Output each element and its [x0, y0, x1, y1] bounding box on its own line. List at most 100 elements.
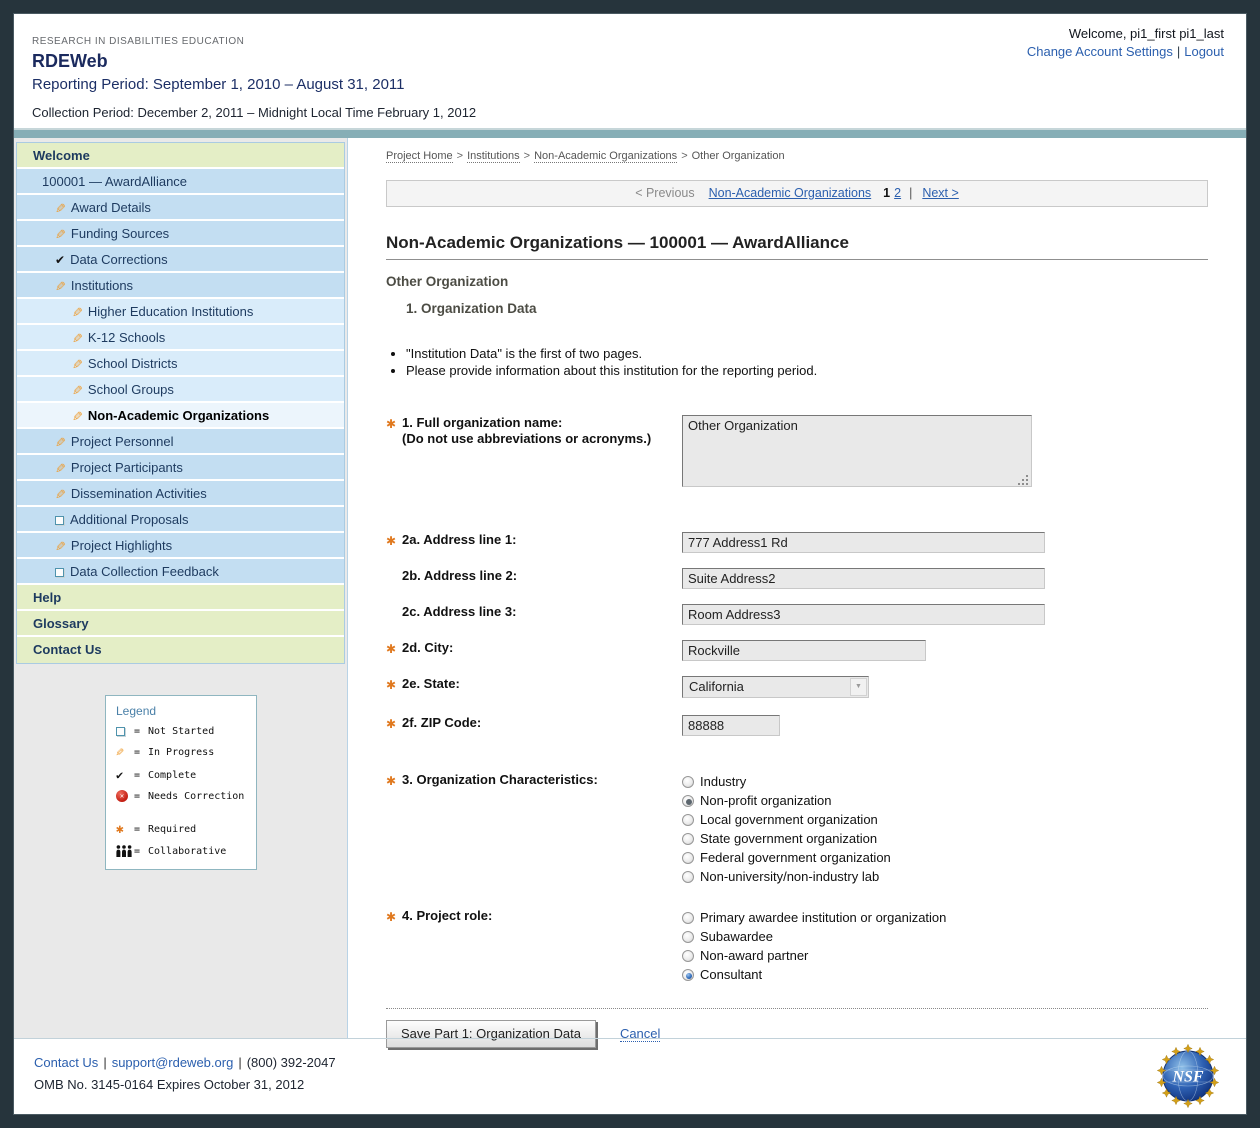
radio-option-local-government[interactable]: Local government organization	[682, 810, 891, 829]
radio-button[interactable]	[682, 871, 694, 883]
sidebar-item-award-details[interactable]: ✎Award Details	[17, 195, 344, 221]
sidebar-item-label: Contact Us	[33, 642, 102, 657]
pencil-icon: ✎	[55, 222, 66, 247]
change-account-settings-link[interactable]: Change Account Settings	[1027, 44, 1173, 59]
breadcrumb: Project Home>Institutions>Non-Academic O…	[386, 150, 1208, 162]
required-icon: ✱	[386, 676, 402, 698]
pencil-icon: ✎	[116, 745, 124, 760]
form-row-address2: ✱2b. Address line 2:	[386, 568, 1208, 589]
sidebar-item-project-highlights[interactable]: ✎Project Highlights	[17, 533, 344, 559]
sidebar-item-data-corrections[interactable]: ✔Data Corrections	[17, 247, 344, 273]
sidebar-item-label: Glossary	[33, 616, 89, 631]
required-icon: ✱	[386, 715, 402, 736]
instruction-item: Please provide information about this in…	[406, 363, 1208, 379]
legend-row: ✱ = Required	[116, 822, 248, 837]
radio-button-selected[interactable]	[682, 969, 694, 981]
not-started-icon	[116, 727, 125, 736]
sidebar-item-dissemination-activities[interactable]: ✎Dissemination Activities	[17, 481, 344, 507]
field-label: 2d. City:	[402, 640, 453, 661]
radio-option-state-government[interactable]: State government organization	[682, 829, 891, 848]
footer-phone: (800) 392-2047	[247, 1055, 336, 1070]
sidebar-item-non-academic-organizations[interactable]: ✎Non-Academic Organizations	[17, 403, 344, 429]
radio-option-industry[interactable]: Industry	[682, 772, 891, 791]
legend-equals: =	[134, 791, 148, 802]
logout-link[interactable]: Logout	[1184, 44, 1224, 59]
breadcrumb-link-non-academic-organizations[interactable]: Non-Academic Organizations	[534, 150, 677, 163]
radio-button[interactable]	[682, 950, 694, 962]
sidebar-item-institutions[interactable]: ✎Institutions	[17, 273, 344, 299]
footer-email-link[interactable]: support@rdeweb.org	[112, 1055, 234, 1070]
city-input[interactable]	[682, 640, 926, 661]
footer-contact-us-link[interactable]: Contact Us	[34, 1055, 98, 1070]
form-row-project-role: ✱4. Project role: Primary awardee instit…	[386, 908, 1208, 984]
breadcrumb-link-project-home[interactable]: Project Home	[386, 150, 453, 163]
next-page-link[interactable]: Next >	[922, 186, 958, 200]
not-started-icon	[55, 568, 64, 577]
breadcrumb-link-institutions[interactable]: Institutions	[467, 150, 520, 163]
radio-button-selected[interactable]	[682, 795, 694, 807]
address-line-3-input[interactable]	[682, 604, 1045, 625]
form-row-organization-characteristics: ✱3. Organization Characteristics: Indust…	[386, 772, 1208, 886]
pencil-icon: ✎	[55, 196, 66, 221]
resize-grip-icon[interactable]	[1018, 475, 1028, 485]
sidebar-item-contact-us[interactable]: Contact Us	[17, 637, 344, 663]
svg-text:NSF: NSF	[1171, 1069, 1203, 1086]
pencil-icon: ✎	[55, 482, 66, 507]
required-icon: ✱	[386, 415, 402, 490]
radio-option-consultant[interactable]: Consultant	[682, 965, 946, 984]
organization-name-textarea[interactable]: Other Organization	[682, 415, 1032, 487]
sidebar-item-label: Project Personnel	[71, 434, 174, 449]
pagination-separator: |	[909, 186, 912, 200]
pencil-icon: ✎	[55, 534, 66, 559]
sidebar-item-k12-schools[interactable]: ✎K-12 Schools	[17, 325, 344, 351]
sidebar-item-label: Data Collection Feedback	[70, 564, 219, 579]
radio-option-primary-awardee[interactable]: Primary awardee institution or organizat…	[682, 908, 946, 927]
radio-button[interactable]	[682, 912, 694, 924]
radio-button[interactable]	[682, 852, 694, 864]
state-select[interactable]: California ▼	[682, 676, 869, 698]
form-row-organization-name: ✱ 1. Full organization name: (Do not use…	[386, 415, 1208, 490]
sidebar-item-project-personnel[interactable]: ✎Project Personnel	[17, 429, 344, 455]
required-icon: ✱	[386, 532, 402, 553]
required-icon: ✱	[386, 772, 402, 886]
sidebar-item-glossary[interactable]: Glossary	[17, 611, 344, 637]
radio-option-non-award-partner[interactable]: Non-award partner	[682, 946, 946, 965]
sidebar-item-welcome[interactable]: Welcome	[17, 143, 344, 169]
dropdown-arrow-icon: ▼	[850, 678, 867, 696]
sidebar-item-data-collection-feedback[interactable]: Data Collection Feedback	[17, 559, 344, 585]
sidebar-item-award[interactable]: 100001 — AwardAlliance	[17, 169, 344, 195]
pagination-section-link[interactable]: Non-Academic Organizations	[709, 186, 872, 200]
zip-code-input[interactable]	[682, 715, 780, 736]
sidebar-item-project-participants[interactable]: ✎Project Participants	[17, 455, 344, 481]
project-role-options: Primary awardee institution or organizat…	[682, 908, 946, 984]
sidebar-item-funding-sources[interactable]: ✎Funding Sources	[17, 221, 344, 247]
pencil-icon: ✎	[72, 404, 83, 429]
radio-button[interactable]	[682, 833, 694, 845]
sidebar-item-school-groups[interactable]: ✎School Groups	[17, 377, 344, 403]
sidebar-menu: Welcome 100001 — AwardAlliance ✎Award De…	[16, 142, 345, 664]
breadcrumb-current: Other Organization	[692, 150, 785, 162]
radio-option-subawardee[interactable]: Subawardee	[682, 927, 946, 946]
radio-label: Subawardee	[700, 929, 773, 944]
sidebar-item-higher-education-institutions[interactable]: ✎Higher Education Institutions	[17, 299, 344, 325]
page-2-link[interactable]: 2	[894, 186, 901, 200]
address-line-2-input[interactable]	[682, 568, 1045, 589]
sidebar-item-school-districts[interactable]: ✎School Districts	[17, 351, 344, 377]
legend-row: = Collaborative	[116, 845, 248, 857]
radio-button[interactable]	[682, 814, 694, 826]
radio-button[interactable]	[682, 776, 694, 788]
field-label: 3. Organization Characteristics:	[402, 772, 598, 886]
form-row-address3: ✱2c. Address line 3:	[386, 604, 1208, 625]
address-line-1-input[interactable]	[682, 532, 1045, 553]
legend-box: Legend = Not Started ✎ = In Progress ✔ =	[105, 695, 257, 870]
pencil-icon: ✎	[55, 274, 66, 299]
pencil-icon: ✎	[55, 456, 66, 481]
sidebar-item-additional-proposals[interactable]: Additional Proposals	[17, 507, 344, 533]
legend-label: Needs Correction	[148, 791, 244, 802]
radio-option-non-profit[interactable]: Non-profit organization	[682, 791, 891, 810]
sidebar: Welcome 100001 — AwardAlliance ✎Award De…	[14, 138, 348, 1038]
radio-option-non-university-lab[interactable]: Non-university/non-industry lab	[682, 867, 891, 886]
sidebar-item-help[interactable]: Help	[17, 585, 344, 611]
radio-button[interactable]	[682, 931, 694, 943]
radio-option-federal-government[interactable]: Federal government organization	[682, 848, 891, 867]
